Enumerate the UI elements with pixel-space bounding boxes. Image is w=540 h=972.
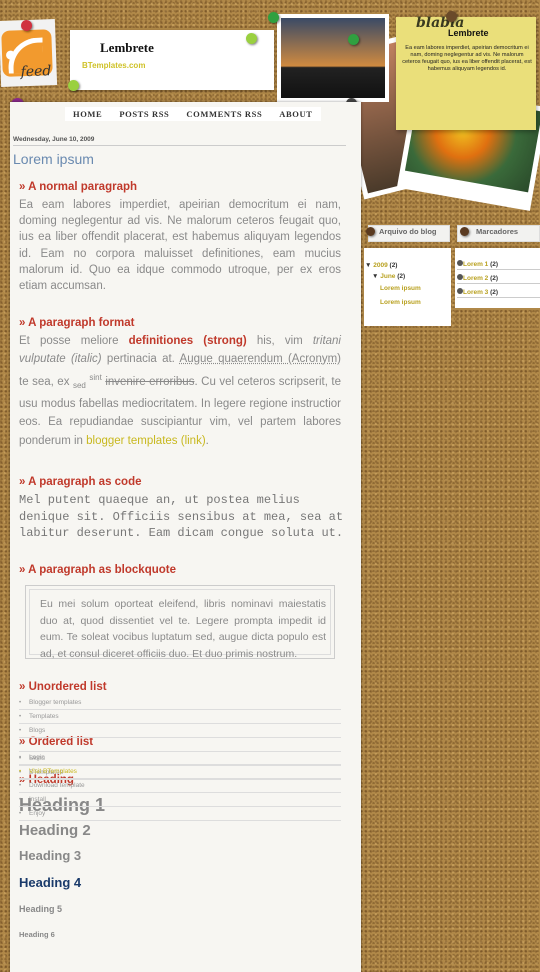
ordered-list-item: Login [19,751,341,765]
site-title[interactable]: Lembrete [100,40,154,56]
sticky-text: Ea eam labores imperdiet, apeirian democ… [402,45,532,72]
code-paragraph: Mel putent quaeque an, ut postea melius … [19,493,344,540]
label-item[interactable]: Lorem 2 (2) [457,274,540,284]
format-paragraph: Et posse meliore definitiones (strong) h… [19,335,341,447]
ordered-list-item: Download template [19,779,341,793]
main-content: HOME POSTS RSS COMMENTS RSS ABOUT Wednes… [10,102,361,972]
heading-4: Heading 4 [19,875,82,890]
feed-label: feed [20,63,52,81]
photo [277,14,389,102]
archive-year[interactable]: 2009 [373,262,387,269]
rss-feed-badge[interactable]: feed [0,19,58,87]
ordered-list-item: Enjoy [19,807,341,821]
heading-3: Heading 3 [19,848,82,863]
section-heading: » A normal paragraph [19,181,138,193]
label-item[interactable]: Lorem 1 (2) [457,260,540,270]
collapse-icon: ▼ [365,262,374,269]
post-title[interactable]: Lorem ipsum [13,151,94,167]
labels-widget-title: Marcadores [457,225,540,242]
archive-widget: ▼ 2009 (2) ▼ June (2) Lorem ipsum Lorem … [364,248,451,326]
heading-6: Heading 6 [19,930,55,939]
labels-widget: Lorem 1 (2) Lorem 2 (2) Lorem 3 (2) [455,248,540,308]
nav-posts-rss[interactable]: POSTS RSS [119,109,169,119]
list-item [19,738,341,752]
sticky-title: Lembrete [448,28,489,38]
list-item: Blogger templates [19,696,341,710]
section-heading: » Unordered list [19,681,107,693]
archive-post[interactable]: Lorem ipsum [380,299,421,306]
heading-5: Heading 5 [19,904,63,914]
header-note: Lembrete BTemplates.com [68,30,274,91]
blockquote: Eu mei solum oporteat eleifend, libris n… [25,585,335,660]
archive-post[interactable]: Lorem ipsum [380,285,421,292]
section-heading: » A paragraph as blockquote [19,564,176,576]
label-item[interactable]: Lorem 3 (2) [457,288,540,298]
blogger-templates-link[interactable]: blogger templates (link) [86,435,206,447]
ordered-list-item: Install [19,793,341,807]
section-heading: » A paragraph as code [19,476,142,488]
heading-2: Heading 2 [19,822,91,839]
section-heading: » A paragraph format [19,317,135,329]
post-date: Wednesday, June 10, 2009 [13,136,346,146]
list-item: Blogs [19,724,341,738]
nav-comments-rss[interactable]: COMMENTS RSS [186,109,262,119]
archive-month[interactable]: June [380,273,395,280]
site-subtitle: BTemplates.com [82,61,146,70]
nav-bar: HOME POSTS RSS COMMENTS RSS ABOUT [65,107,321,121]
nav-about[interactable]: ABOUT [279,109,312,119]
collapse-icon: ▼ [372,273,381,280]
sticky-note-widget: blabla Lembrete Ea eam labores imperdiet… [396,11,536,130]
archive-widget-title: Arquivo do blog [366,225,450,242]
list-item: Templates [19,710,341,724]
nav-home[interactable]: HOME [73,109,102,119]
ordered-list-item[interactable]: Visit BTemplates [19,765,341,779]
normal-paragraph: Ea eam labores imperdiet, apeirian democ… [19,199,341,293]
